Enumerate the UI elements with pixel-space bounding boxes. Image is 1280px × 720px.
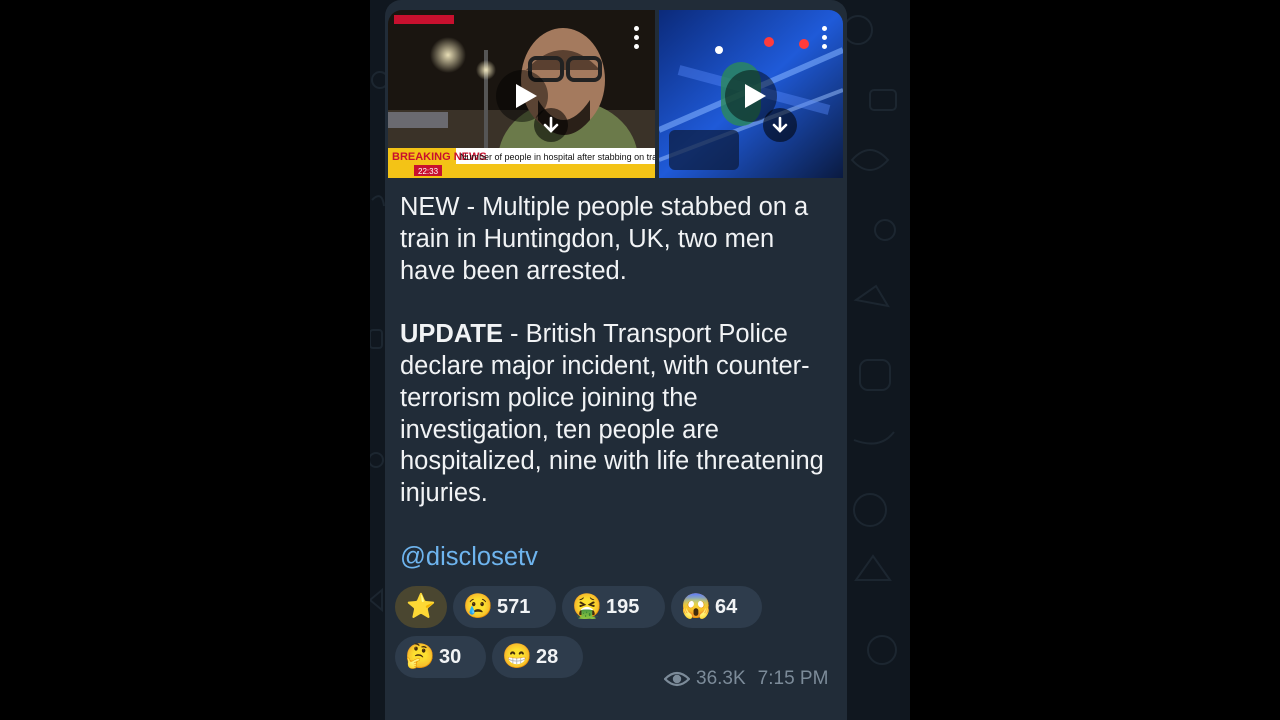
crying-emoji: 😢 (463, 593, 493, 620)
message-text: NEW - Multiple people stabbed on a train… (400, 192, 830, 574)
channel-mention-link[interactable]: @disclosetv (400, 543, 538, 571)
screaming-emoji: 😱 (681, 593, 711, 620)
vomiting-emoji: 🤮 (572, 593, 602, 620)
message-paragraph-update: UPDATE - British Transport Police declar… (400, 319, 830, 510)
message-paragraph-new: NEW - Multiple people stabbed on a train… (400, 193, 809, 285)
reaction-star[interactable]: ⭐ (395, 586, 447, 628)
reaction-screaming[interactable]: 😱 64 (671, 586, 762, 628)
grinning-emoji: 😁 (502, 643, 532, 670)
reaction-grinning[interactable]: 😁 28 (492, 636, 583, 678)
video-thumbnail-1[interactable]: BREAKING NEWS Number of people in hospit… (388, 10, 655, 178)
eye-icon (664, 671, 690, 687)
reaction-thinking[interactable]: 🤔 30 (395, 636, 486, 678)
ticker-time: 22:33 (418, 167, 439, 176)
update-body: - British Transport Police declare major… (400, 320, 824, 508)
video-thumbnail-2[interactable] (659, 10, 843, 178)
more-vert-icon[interactable] (632, 26, 640, 56)
reaction-count: 30 (439, 645, 462, 668)
download-icon[interactable] (763, 108, 797, 142)
reaction-crying[interactable]: 😢 571 (453, 586, 556, 628)
update-label: UPDATE (400, 320, 503, 349)
reaction-count: 195 (606, 595, 640, 618)
message-time: 7:15 PM (757, 668, 829, 689)
view-count: 36.3K (696, 668, 746, 689)
thinking-emoji: 🤔 (405, 643, 435, 670)
reaction-vomiting[interactable]: 🤮 195 (562, 586, 665, 628)
reaction-count: 28 (536, 645, 559, 668)
more-vert-icon[interactable] (820, 26, 828, 56)
message-meta: 36.3K 7:15 PM (664, 666, 828, 692)
reaction-count: 64 (715, 595, 738, 618)
download-icon[interactable] (534, 108, 568, 142)
ticker-text: Number of people in hospital after stabb… (460, 152, 655, 162)
reaction-count: 571 (497, 595, 531, 618)
star-emoji: ⭐ (406, 593, 436, 620)
